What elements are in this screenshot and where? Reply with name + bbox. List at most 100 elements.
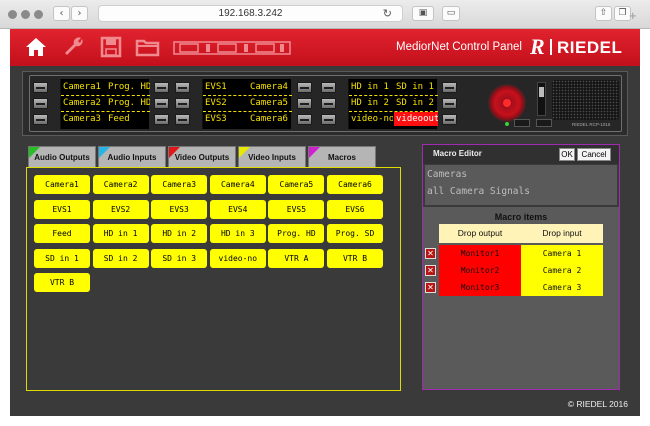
tab-audio-outputs[interactable]: Audio Outputs	[28, 146, 96, 167]
new-tab-icon[interactable]: +	[629, 8, 637, 23]
lcd-cell[interactable]: SD in 2	[394, 96, 438, 110]
panel-small-button[interactable]	[514, 119, 530, 127]
volume-slider[interactable]	[537, 82, 546, 116]
panel-key-button[interactable]	[442, 98, 457, 109]
source-button[interactable]: VTR A	[268, 248, 325, 268]
delete-x-icon[interactable]: ✕	[425, 265, 436, 276]
tab-macros[interactable]: Macros	[308, 146, 376, 167]
lcd-cell[interactable]: Camera4	[248, 80, 292, 94]
wrench-icon[interactable]	[62, 35, 86, 59]
save-icon[interactable]	[100, 35, 122, 59]
source-button[interactable]: Camera5	[268, 175, 325, 194]
panel-small-button[interactable]	[536, 119, 552, 127]
source-button[interactable]: Prog. SD	[327, 224, 383, 243]
lcd-cell[interactable]: EVS3	[203, 112, 247, 126]
panel-key-button[interactable]	[33, 114, 48, 125]
source-button[interactable]: Feed	[34, 224, 90, 243]
sidebar-button[interactable]: ▭	[442, 6, 460, 21]
source-button[interactable]: EVS3	[151, 199, 208, 219]
macro-item-output[interactable]: Monitor2	[439, 262, 521, 279]
panel-key-button[interactable]	[321, 82, 336, 93]
lcd-cell[interactable]: Feed	[106, 112, 150, 126]
lcd-cell[interactable]: Camera1	[61, 80, 105, 94]
panel-key-button[interactable]	[33, 98, 48, 109]
panel-key-button[interactable]	[297, 98, 312, 109]
reload-icon[interactable]: ↻	[383, 7, 392, 20]
delete-x-icon[interactable]: ✕	[425, 248, 436, 259]
macro-text-area[interactable]: Cameras all Camera Signals	[425, 165, 617, 205]
source-button[interactable]: EVS6	[327, 199, 383, 219]
macro-item-output[interactable]: Monitor1	[439, 245, 521, 262]
lcd-cell[interactable]: Camera3	[61, 112, 105, 126]
lcd-cell[interactable]: Camera6	[248, 112, 292, 126]
lcd-cell[interactable]: SD in 1	[394, 80, 438, 94]
panel-key-button[interactable]	[33, 82, 48, 93]
panel-key-button[interactable]	[442, 114, 457, 125]
source-button[interactable]: SD in 2	[92, 248, 149, 268]
delete-x-icon[interactable]: ✕	[425, 282, 436, 293]
macro-item-input[interactable]: Camera 3	[521, 279, 603, 296]
source-button[interactable]: EVS2	[92, 199, 149, 219]
lcd-cell[interactable]: video-no	[349, 112, 393, 126]
tab-audio-inputs[interactable]: Audio Inputs	[98, 146, 166, 167]
source-button[interactable]: Camera6	[327, 175, 383, 194]
source-button[interactable]: SD in 1	[34, 248, 90, 268]
lcd-cell[interactable]: videoout	[394, 112, 438, 126]
back-button[interactable]: ‹	[53, 6, 70, 21]
patch-icon[interactable]	[172, 35, 292, 59]
tab-video-outputs[interactable]: Video Outputs	[168, 146, 236, 167]
lcd-cell[interactable]: HD in 2	[349, 96, 393, 110]
source-button[interactable]: EVS4	[209, 199, 266, 219]
share-button[interactable]: ⇧	[595, 6, 612, 21]
source-button[interactable]: HD in 3	[209, 224, 266, 243]
source-button[interactable]: HD in 1	[92, 224, 149, 243]
panel-key-button[interactable]	[154, 82, 169, 93]
macro-item-input[interactable]: Camera 1	[521, 245, 603, 262]
lcd-cell[interactable]: Camera2	[61, 96, 105, 110]
source-button[interactable]: EVS5	[268, 199, 325, 219]
panel-key-button[interactable]	[175, 82, 190, 93]
panel-key-button[interactable]	[175, 114, 190, 125]
source-button[interactable]: Camera1	[34, 175, 90, 194]
panel-key-button[interactable]	[321, 98, 336, 109]
panel-key-button[interactable]	[321, 114, 336, 125]
minimize-window-dot[interactable]	[21, 10, 30, 19]
source-button[interactable]: HD in 2	[151, 224, 208, 243]
lcd-cell[interactable]: Prog. HD	[106, 96, 150, 110]
source-button[interactable]: Camera4	[209, 175, 266, 194]
macro-item-output[interactable]: Monitor3	[439, 279, 521, 296]
lcd-cell[interactable]: Prog. HD	[106, 80, 150, 94]
panel-key-button[interactable]	[154, 114, 169, 125]
panel-key-button[interactable]	[154, 98, 169, 109]
reader-button[interactable]: ▣	[412, 6, 434, 21]
lcd-cell[interactable]: Camera5	[248, 96, 292, 110]
source-button[interactable]: Prog. HD	[268, 224, 325, 243]
tab-video-inputs[interactable]: Video Inputs	[238, 146, 306, 167]
lcd-cell[interactable]: EVS1	[203, 80, 247, 94]
panel-key-button[interactable]	[442, 82, 457, 93]
source-button[interactable]: VTR B	[34, 273, 90, 292]
panel-key-button[interactable]	[297, 114, 312, 125]
cancel-button[interactable]: Cancel	[577, 148, 611, 161]
source-button[interactable]: VTR B	[327, 248, 383, 268]
folder-icon[interactable]	[135, 35, 161, 59]
lcd-cell[interactable]: EVS2	[203, 96, 247, 110]
macro-item-input[interactable]: Camera 2	[521, 262, 603, 279]
source-button[interactable]: Camera3	[151, 175, 208, 194]
forward-button[interactable]: ›	[71, 6, 88, 21]
zoom-window-dot[interactable]	[34, 10, 43, 19]
lcd-row: EVS3 Camera6	[203, 111, 292, 127]
logo-text: RIEDEL	[557, 38, 623, 57]
home-icon[interactable]	[24, 35, 48, 59]
address-bar[interactable]: 192.168.3.242 ↻	[98, 5, 403, 22]
ok-button[interactable]: OK	[559, 148, 575, 161]
source-button[interactable]: EVS1	[34, 199, 90, 219]
source-button[interactable]: video-no	[209, 248, 266, 268]
panel-key-button[interactable]	[175, 98, 190, 109]
lcd-cell[interactable]: HD in 1	[349, 80, 393, 94]
close-window-dot[interactable]	[8, 10, 17, 19]
source-button[interactable]: SD in 3	[151, 248, 208, 268]
source-button[interactable]: Camera2	[92, 175, 149, 194]
lcd-row: Camera1 Prog. HD	[61, 79, 150, 95]
panel-key-button[interactable]	[297, 82, 312, 93]
